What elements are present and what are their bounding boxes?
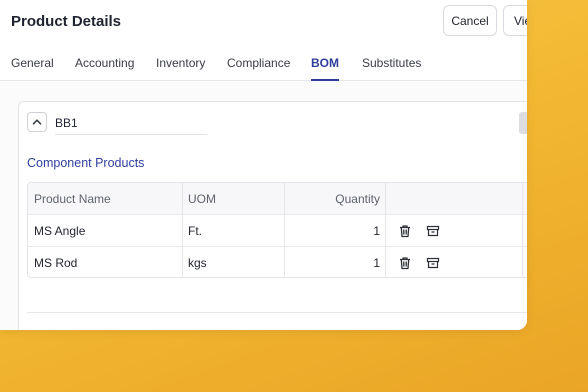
table-row: MS Rod kgs 1 bbox=[28, 247, 527, 277]
view-button[interactable]: Vie bbox=[503, 5, 527, 36]
column-divider bbox=[182, 183, 183, 277]
column-divider bbox=[522, 183, 523, 277]
tab-compliance[interactable]: Compliance bbox=[227, 56, 290, 81]
product-details-panel: Product Details Cancel Vie General Accou… bbox=[0, 0, 527, 330]
column-header-uom: UOM bbox=[188, 192, 216, 206]
tab-substitutes[interactable]: Substitutes bbox=[362, 56, 421, 81]
uom-cell: Ft. bbox=[188, 224, 202, 238]
archive-icon[interactable] bbox=[426, 256, 440, 270]
component-products-table: Product Name UOM Quantity MS Angle Ft. 1 bbox=[27, 182, 527, 278]
product-name-cell: MS Rod bbox=[34, 256, 78, 270]
column-header-quantity: Quantity bbox=[335, 192, 380, 206]
cancel-button[interactable]: Cancel bbox=[443, 5, 497, 36]
archive-icon[interactable] bbox=[426, 224, 440, 238]
chevron-up-icon bbox=[32, 117, 42, 127]
collapse-button[interactable] bbox=[27, 112, 47, 132]
uom-cell: kgs bbox=[188, 256, 207, 270]
tab-bar: General Accounting Inventory Compliance … bbox=[0, 44, 527, 81]
row-actions bbox=[398, 215, 458, 247]
section-title: Component Products bbox=[27, 156, 145, 170]
tab-general[interactable]: General bbox=[11, 56, 54, 81]
product-name-cell: MS Angle bbox=[34, 224, 86, 238]
trash-icon[interactable] bbox=[398, 256, 412, 270]
bom-group-name[interactable]: BB1 bbox=[55, 116, 78, 130]
quantity-cell[interactable]: 1 bbox=[286, 247, 380, 277]
tab-content: BB1 Component Products Product Name UOM … bbox=[0, 81, 527, 330]
bom-group-card: BB1 Component Products Product Name UOM … bbox=[18, 101, 527, 330]
table-row: MS Angle Ft. 1 bbox=[28, 215, 527, 247]
column-divider bbox=[284, 183, 285, 277]
header: Product Details Cancel Vie bbox=[0, 0, 527, 44]
quantity-cell[interactable]: 1 bbox=[286, 215, 380, 247]
tab-inventory[interactable]: Inventory bbox=[156, 56, 205, 81]
group-name-underline bbox=[55, 134, 207, 135]
column-header-product-name: Product Name bbox=[34, 192, 111, 206]
scrollbar-handle[interactable] bbox=[519, 112, 527, 134]
trash-icon[interactable] bbox=[398, 224, 412, 238]
divider bbox=[27, 312, 527, 313]
page-title: Product Details bbox=[11, 13, 122, 30]
table-header-row: Product Name UOM Quantity bbox=[28, 183, 527, 215]
tab-accounting[interactable]: Accounting bbox=[75, 56, 134, 81]
row-actions bbox=[398, 247, 458, 277]
tab-bom[interactable]: BOM bbox=[311, 56, 339, 81]
column-divider bbox=[385, 183, 386, 277]
